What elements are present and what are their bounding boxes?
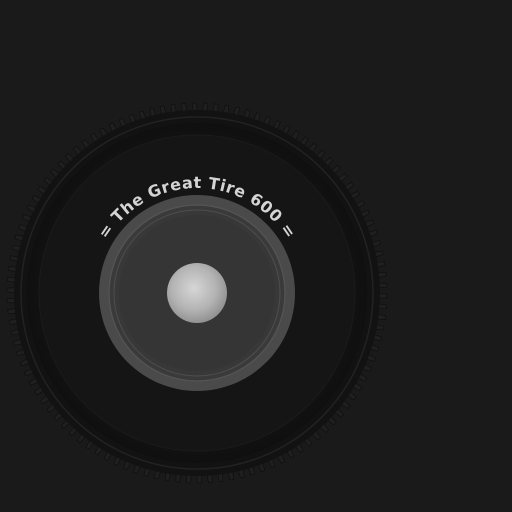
- tire-graphic: = The Great Tire 600 =: [6, 102, 388, 484]
- wheel-hub: [167, 263, 227, 323]
- tire-scene: = The Great Tire 600 =: [0, 0, 512, 512]
